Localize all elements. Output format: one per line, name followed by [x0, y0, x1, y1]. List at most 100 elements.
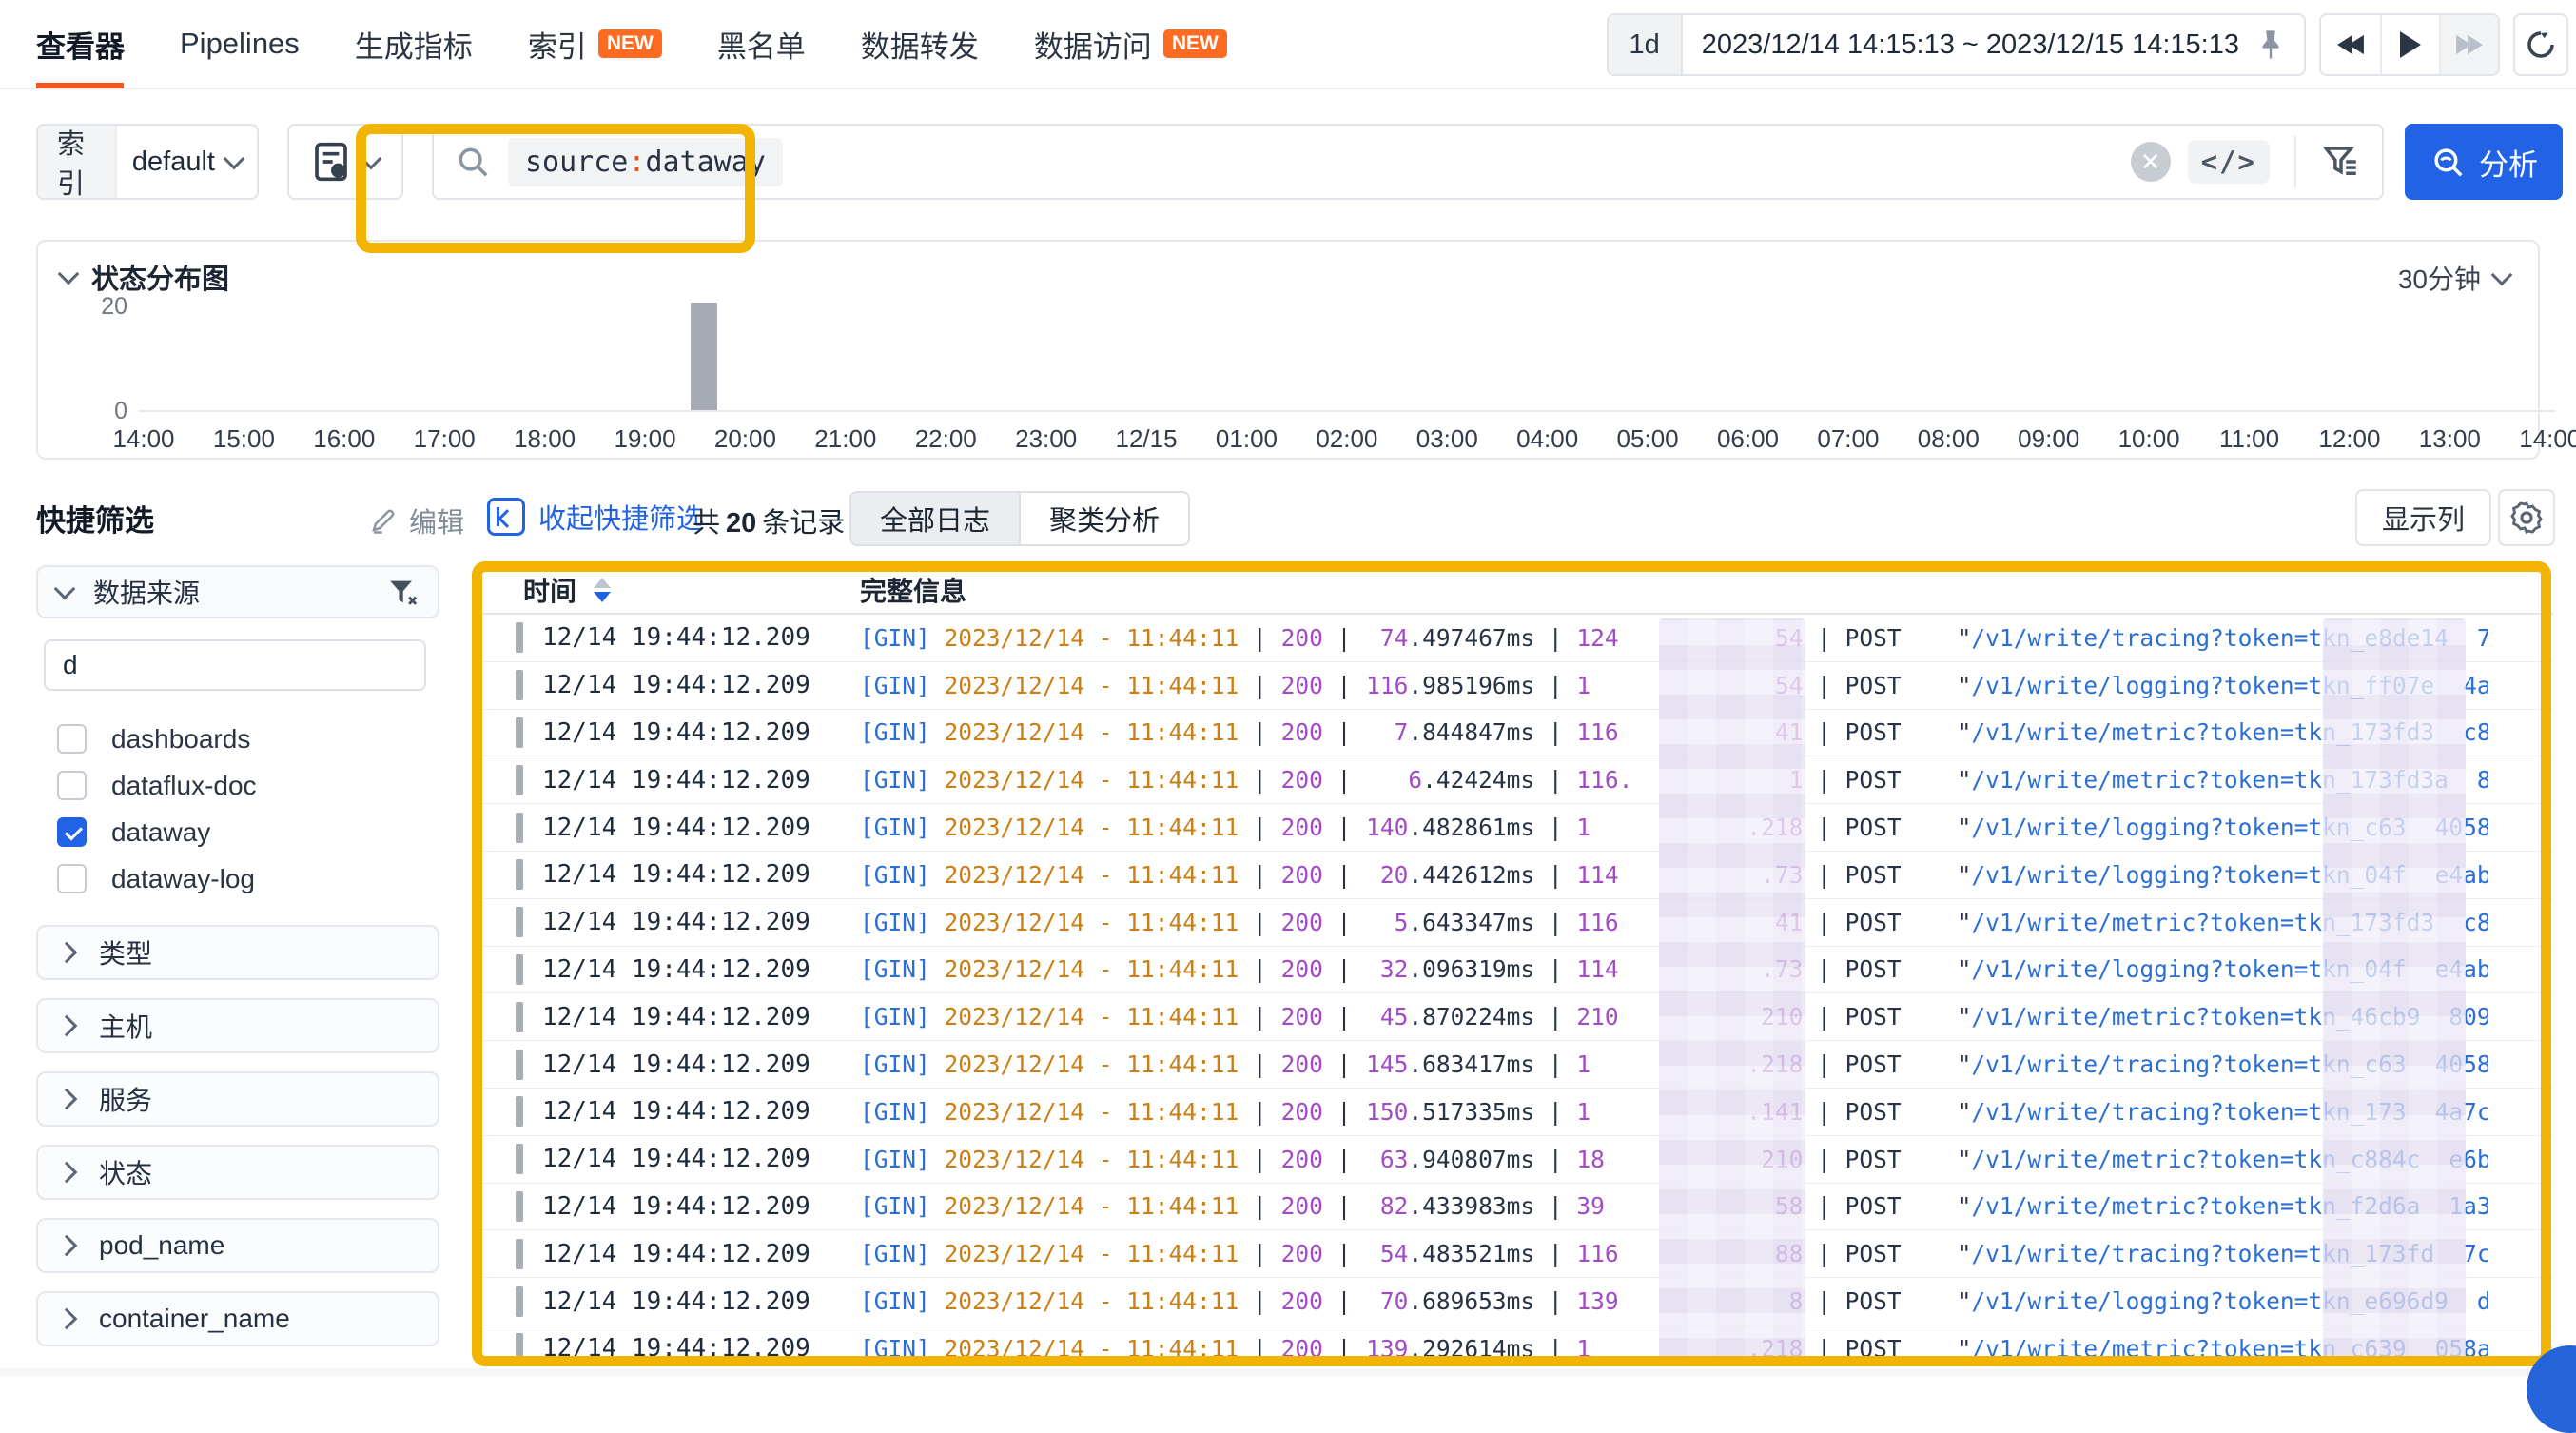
row-message: [GIN] 2023/12/14 - 11:44:11 | 200 | 74.4… [860, 624, 2488, 652]
row-message: [GIN] 2023/12/14 - 11:44:11 | 200 | 145.… [860, 1050, 2488, 1078]
collapse-quick-filter-button[interactable]: 收起快捷筛选 [487, 497, 704, 537]
collapse-left-icon [487, 498, 525, 536]
list-toolbar: 快捷筛选 编辑 收起快捷筛选 共20条记录 全部日志聚类分析 显示列 [0, 483, 2576, 550]
time-step-controls [2319, 13, 2500, 76]
x-tick: 05:00 [1614, 424, 1681, 454]
row-message: [GIN] 2023/12/14 - 11:44:11 | 200 | 140.… [860, 814, 2488, 841]
table-row-15[interactable]: 12/14 19:44:12.209[GIN] 2023/12/14 - 11:… [479, 1278, 2553, 1325]
analyze-button[interactable]: 分析 [2405, 124, 2563, 200]
filter-section-类型[interactable]: 类型 [36, 925, 439, 980]
saved-views-button[interactable] [287, 124, 403, 200]
source-filter-input[interactable] [44, 639, 426, 691]
x-tick: 03:00 [1414, 424, 1480, 454]
search-input[interactable]: source:dataway ✕ </> [432, 124, 2384, 200]
nav-item-1[interactable]: 查看器 [36, 0, 125, 88]
refresh-icon [2524, 28, 2558, 62]
table-row-6[interactable]: 12/14 19:44:12.209[GIN] 2023/12/14 - 11:… [479, 852, 2553, 899]
chevron-right-icon [56, 1162, 78, 1184]
play-icon [2400, 31, 2421, 58]
x-tick: 08:00 [1915, 424, 1981, 454]
bar-chart-plot[interactable] [139, 304, 2555, 412]
nav-item-5[interactable]: 黑名单 [717, 0, 806, 88]
row-message: [GIN] 2023/12/14 - 11:44:11 | 200 | 32.0… [860, 955, 2488, 983]
edit-filters-button[interactable]: 编辑 [369, 501, 464, 540]
saved-view-icon [312, 141, 350, 183]
row-time: 12/14 19:44:12.209 [523, 814, 860, 842]
show-columns-button[interactable]: 显示列 [2355, 489, 2491, 546]
checkbox[interactable] [57, 724, 87, 754]
step-forward-button[interactable] [2439, 15, 2498, 74]
table-row-14[interactable]: 12/14 19:44:12.209[GIN] 2023/12/14 - 11:… [479, 1230, 2553, 1278]
index-selector[interactable]: 索引 default [36, 124, 259, 200]
chevron-down-icon [54, 579, 76, 600]
table-row-10[interactable]: 12/14 19:44:12.209[GIN] 2023/12/14 - 11:… [479, 1041, 2553, 1089]
table-row-8[interactable]: 12/14 19:44:12.209[GIN] 2023/12/14 - 11:… [479, 947, 2553, 994]
source-option-dashboards[interactable]: dashboards [57, 716, 439, 762]
new-badge: NEW [598, 29, 662, 57]
x-tick: 09:00 [2016, 424, 2082, 454]
source-option-dataflux-doc[interactable]: dataflux-doc [57, 762, 439, 809]
table-settings-button[interactable] [2498, 489, 2555, 546]
table-row-5[interactable]: 12/14 19:44:12.209[GIN] 2023/12/14 - 11:… [479, 804, 2553, 852]
time-range-preset[interactable]: 1d [1609, 15, 1683, 74]
x-tick: 14:00 [110, 424, 177, 454]
table-row-11[interactable]: 12/14 19:44:12.209[GIN] 2023/12/14 - 11:… [479, 1089, 2553, 1136]
table-row-3[interactable]: 12/14 19:44:12.209[GIN] 2023/12/14 - 11:… [479, 710, 2553, 757]
table-row-13[interactable]: 12/14 19:44:12.209[GIN] 2023/12/14 - 11:… [479, 1184, 2553, 1231]
tab-all-logs[interactable]: 全部日志 [851, 493, 1019, 544]
filter-section-服务[interactable]: 服务 [36, 1071, 439, 1127]
filter-section-主机[interactable]: 主机 [36, 998, 439, 1053]
chart-bar[interactable] [691, 303, 717, 410]
nav-item-2[interactable]: Pipelines [180, 0, 300, 88]
table-row-2[interactable]: 12/14 19:44:12.209[GIN] 2023/12/14 - 11:… [479, 662, 2553, 710]
step-back-button[interactable] [2321, 15, 2380, 74]
collapse-chart-icon[interactable] [58, 264, 80, 285]
table-row-4[interactable]: 12/14 19:44:12.209[GIN] 2023/12/14 - 11:… [479, 756, 2553, 804]
checkbox[interactable] [57, 817, 87, 847]
checkbox[interactable] [57, 864, 87, 893]
nav-item-6[interactable]: 数据转发 [861, 0, 979, 88]
column-header-time[interactable]: 时间 [479, 571, 860, 609]
column-header-message[interactable]: 完整信息 [860, 571, 966, 609]
nav-item-3[interactable]: 生成指标 [355, 0, 473, 88]
code-mode-icon[interactable]: </> [2188, 140, 2270, 184]
table-row-7[interactable]: 12/14 19:44:12.209[GIN] 2023/12/14 - 11:… [479, 899, 2553, 947]
time-range-picker[interactable]: 1d 2023/12/14 14:15:13 ~ 2023/12/15 14:1… [1607, 13, 2306, 76]
row-time: 12/14 19:44:12.209 [523, 623, 860, 652]
nav-item-4[interactable]: 索引NEW [528, 0, 662, 88]
sort-icon[interactable] [594, 578, 611, 602]
filter-funnel-icon[interactable] [2321, 142, 2361, 182]
table-row-16[interactable]: 12/14 19:44:12.209[GIN] 2023/12/14 - 11:… [479, 1325, 2553, 1364]
play-button[interactable] [2380, 15, 2439, 74]
filter-section-pod_name[interactable]: pod_name [36, 1218, 439, 1273]
pin-icon[interactable] [2256, 29, 2285, 61]
filter-section-状态[interactable]: 状态 [36, 1145, 439, 1200]
row-message: [GIN] 2023/12/14 - 11:44:11 | 200 | 70.6… [860, 1287, 2488, 1315]
source-option-dataway-log[interactable]: dataway-log [57, 855, 439, 902]
tab-cluster[interactable]: 聚类分析 [1019, 493, 1188, 544]
source-section-header[interactable]: 数据来源 [36, 565, 439, 618]
chevron-down-icon [2491, 265, 2513, 286]
pencil-icon [369, 506, 398, 535]
x-tick: 19:00 [612, 424, 678, 454]
nav-item-7[interactable]: 数据访问NEW [1034, 0, 1227, 88]
refresh-button[interactable] [2513, 13, 2568, 76]
checkbox[interactable] [57, 771, 87, 800]
filter-clear-icon[interactable] [386, 576, 419, 608]
index-label: 索引 [38, 126, 117, 198]
filter-section-container_name[interactable]: container_name [36, 1291, 439, 1346]
source-option-dataway[interactable]: dataway [57, 809, 439, 855]
x-tick: 02:00 [1314, 424, 1380, 454]
row-message: [GIN] 2023/12/14 - 11:44:11 | 200 | 82.4… [860, 1192, 2488, 1220]
log-level-marker [516, 954, 523, 985]
bucket-interval-select[interactable]: 30分钟 [2398, 259, 2509, 297]
clear-query-icon[interactable]: ✕ [2131, 142, 2171, 182]
table-row-12[interactable]: 12/14 19:44:12.209[GIN] 2023/12/14 - 11:… [479, 1136, 2553, 1184]
time-range-value[interactable]: 2023/12/14 14:15:13 ~ 2023/12/15 14:15:1… [1702, 29, 2239, 61]
index-value[interactable]: default [132, 147, 215, 178]
query-token-chip[interactable]: source:dataway [508, 138, 783, 186]
log-level-marker [516, 859, 523, 890]
log-level-marker [516, 1286, 523, 1317]
table-row-9[interactable]: 12/14 19:44:12.209[GIN] 2023/12/14 - 11:… [479, 993, 2553, 1041]
table-row-1[interactable]: 12/14 19:44:12.209[GIN] 2023/12/14 - 11:… [479, 615, 2553, 662]
